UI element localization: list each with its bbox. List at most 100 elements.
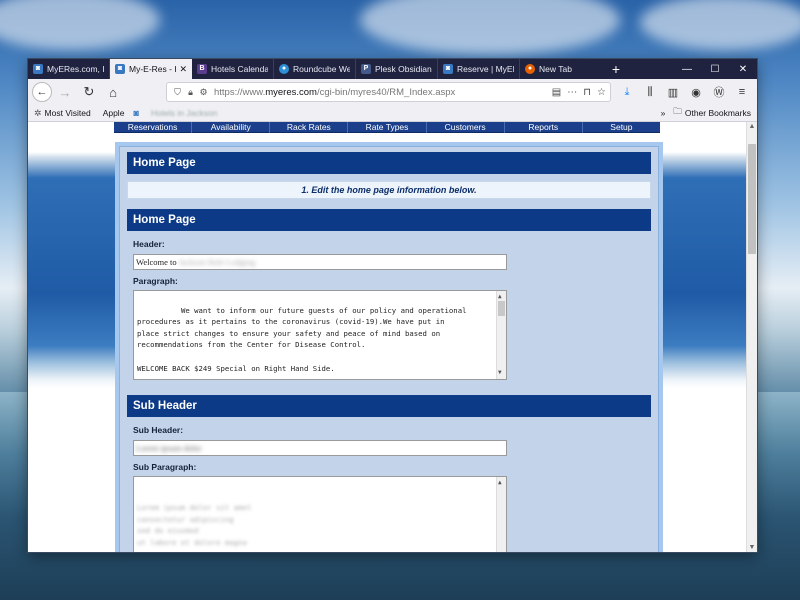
bookmark-label: Apple — [102, 108, 125, 118]
site-icon: ◙ — [443, 64, 453, 74]
bookmark-most-visited[interactable]: ✲ Most Visited — [34, 108, 91, 119]
paragraph-label: Paragraph: — [133, 276, 178, 286]
menu-rack-rates[interactable]: Rack Rates — [270, 122, 349, 133]
site-icon: ◙ — [133, 108, 139, 118]
textarea-scrollbar[interactable]: ▲ ▼ — [496, 291, 506, 379]
menu-rate-types[interactable]: Rate Types — [348, 122, 427, 133]
lock-icon: 🔒︎ — [188, 86, 193, 97]
forward-button[interactable]: → — [54, 81, 76, 103]
scroll-up-arrow-icon[interactable]: ▲ — [498, 477, 502, 489]
menu-reports[interactable]: Reports — [505, 122, 583, 133]
pocket-icon[interactable]: ⊓ — [583, 87, 591, 98]
menu-availability[interactable]: Availability — [192, 122, 271, 133]
sub-paragraph-label: Sub Paragraph: — [133, 462, 197, 472]
reload-button[interactable]: ↻ — [78, 81, 100, 103]
other-bookmarks[interactable]: Other Bookmarks — [685, 108, 751, 118]
page-scroll-thumb[interactable] — [748, 144, 756, 254]
tab-new-tab[interactable]: ● New Tab — [520, 59, 602, 79]
paragraph-textarea[interactable]: We want to inform our future guests of o… — [133, 290, 507, 380]
overflow-chevron-icon[interactable]: » — [661, 108, 666, 118]
section-title-home-page: Home Page — [127, 152, 651, 174]
site-icon: ◙ — [115, 64, 125, 74]
home-button[interactable]: ⌂ — [102, 81, 124, 103]
page-actions-icon[interactable]: ⋯ — [567, 87, 577, 98]
p-icon: P — [361, 64, 371, 74]
instruction-text: 1. Edit the home page information below. — [127, 181, 651, 199]
menu-icon[interactable]: ≡ — [731, 81, 753, 103]
library-icon[interactable]: ⫼ — [639, 81, 661, 103]
sub-header-value: Lorem ipsum dolor — [136, 443, 202, 453]
page-scrollbar[interactable]: ▲ ▼ — [746, 122, 757, 552]
tab-hotels-calendar[interactable]: B Hotels Calendar — [192, 59, 274, 79]
folder-icon: 🗀︎ — [673, 106, 682, 116]
textarea-scrollbar[interactable]: ▲ ▼ — [496, 477, 506, 552]
site-menu: Reservations Availability Rack Rates Rat… — [114, 122, 660, 133]
site-icon: ◙ — [33, 64, 43, 74]
tab-title: Hotels Calendar — [211, 64, 268, 74]
sub-paragraph-textarea[interactable]: Lorem ipsum dolor sit amet consectetur a… — [133, 476, 507, 552]
scroll-thumb[interactable] — [498, 301, 505, 316]
tab-title: Roundcube Web — [293, 64, 350, 74]
scroll-down-arrow-icon[interactable]: ▼ — [747, 544, 757, 551]
minimize-icon[interactable]: — — [673, 59, 701, 79]
sub-header-input[interactable]: Lorem ipsum dolor — [133, 440, 507, 456]
paragraph-value: We want to inform our future guests of o… — [137, 305, 467, 373]
bookmark-apple[interactable]: Apple — [100, 108, 125, 118]
navigation-toolbar: ← → ↻ ⌂ ⛉ 🔒︎ ⚙ https://www.myeres.com/cg… — [28, 79, 757, 105]
close-icon[interactable]: ✕ — [179, 64, 187, 75]
tab-myeres[interactable]: ◙ MyERes.com, Inc — [28, 59, 110, 79]
url-text: https://www.myeres.com/cgi-bin/myres40/R… — [214, 86, 456, 98]
tab-my-e-res[interactable]: ◙ My-E-Res - H ✕ — [110, 59, 192, 79]
close-icon[interactable]: ✕ — [729, 59, 757, 79]
back-button[interactable]: ← — [32, 82, 52, 102]
reader-view-icon[interactable]: ▤ — [552, 87, 561, 98]
sidebar-icon[interactable]: ▥ — [662, 81, 684, 103]
firefox-icon: ● — [525, 64, 535, 74]
sub-header-label: Sub Header: — [133, 425, 184, 435]
tab-roundcube[interactable]: ● Roundcube Web — [274, 59, 356, 79]
address-bar[interactable]: ⛉ 🔒︎ ⚙ https://www.myeres.com/cgi-bin/my… — [166, 82, 611, 102]
sky-cloud — [640, 0, 800, 50]
toolbar-right: ⤓ ⫼ ▥ ◉ Ⓦ ≡ — [616, 81, 753, 103]
wordpress-icon[interactable]: Ⓦ — [708, 81, 730, 103]
tab-reserve[interactable]: ◙ Reserve | MyERes — [438, 59, 520, 79]
shield-icon: ⛉ — [174, 86, 181, 97]
header-value-redacted: Jackson Hole Lodging — [178, 257, 256, 267]
menu-reservations[interactable]: Reservations — [114, 122, 193, 133]
bookmark-site[interactable]: ◙ — [133, 108, 141, 118]
new-tab-button[interactable]: + — [602, 59, 630, 79]
tab-title: MyERes.com, Inc — [47, 64, 104, 74]
page-viewport: Reservations Availability Rack Rates Rat… — [28, 122, 746, 552]
maximize-icon[interactable]: ☐ — [701, 59, 729, 79]
roundcube-icon: ● — [279, 64, 289, 74]
sub-paragraph-value: Lorem ipsum dolor sit amet consectetur a… — [137, 503, 252, 547]
tab-title: Plesk Obsidian 1 — [375, 64, 432, 74]
header-label: Header: — [133, 239, 165, 249]
permissions-icon: ⚙ — [199, 86, 208, 97]
bookmark-label: Hotels in Jackson — [150, 108, 218, 118]
home-page-form: Header: Welcome to Jackson Hole Lodging … — [120, 231, 658, 386]
bookmark-star-icon[interactable]: ☆ — [597, 87, 606, 98]
tab-title: Reserve | MyERes — [457, 64, 514, 74]
section-title-sub-header: Sub Header — [127, 395, 651, 417]
gear-icon: ✲ — [34, 107, 42, 118]
scroll-down-arrow-icon[interactable]: ▼ — [498, 367, 502, 379]
tab-strip: ◙ MyERes.com, Inc ◙ My-E-Res - H ✕ B Hot… — [28, 59, 757, 79]
download-icon[interactable]: ⤓ — [616, 81, 638, 103]
menu-customers[interactable]: Customers — [427, 122, 505, 133]
sky-cloud — [0, 0, 160, 50]
bookmark-label: Most Visited — [44, 108, 91, 118]
scroll-up-arrow-icon[interactable]: ▲ — [747, 123, 757, 130]
header-value: Welcome to — [136, 257, 177, 267]
b-icon: B — [197, 64, 207, 74]
menu-setup[interactable]: Setup — [583, 122, 660, 133]
header-input[interactable]: Welcome to Jackson Hole Lodging — [133, 254, 507, 270]
tab-title: My-E-Res - H — [129, 64, 177, 74]
account-icon[interactable]: ◉ — [685, 81, 707, 103]
browser-window: ◙ MyERes.com, Inc ◙ My-E-Res - H ✕ B Hot… — [28, 59, 757, 552]
bookmarks-right: » 🗀︎ Other Bookmarks — [661, 106, 751, 120]
tab-plesk[interactable]: P Plesk Obsidian 1 — [356, 59, 438, 79]
bookmark-faded[interactable]: Hotels in Jackson — [151, 108, 218, 118]
